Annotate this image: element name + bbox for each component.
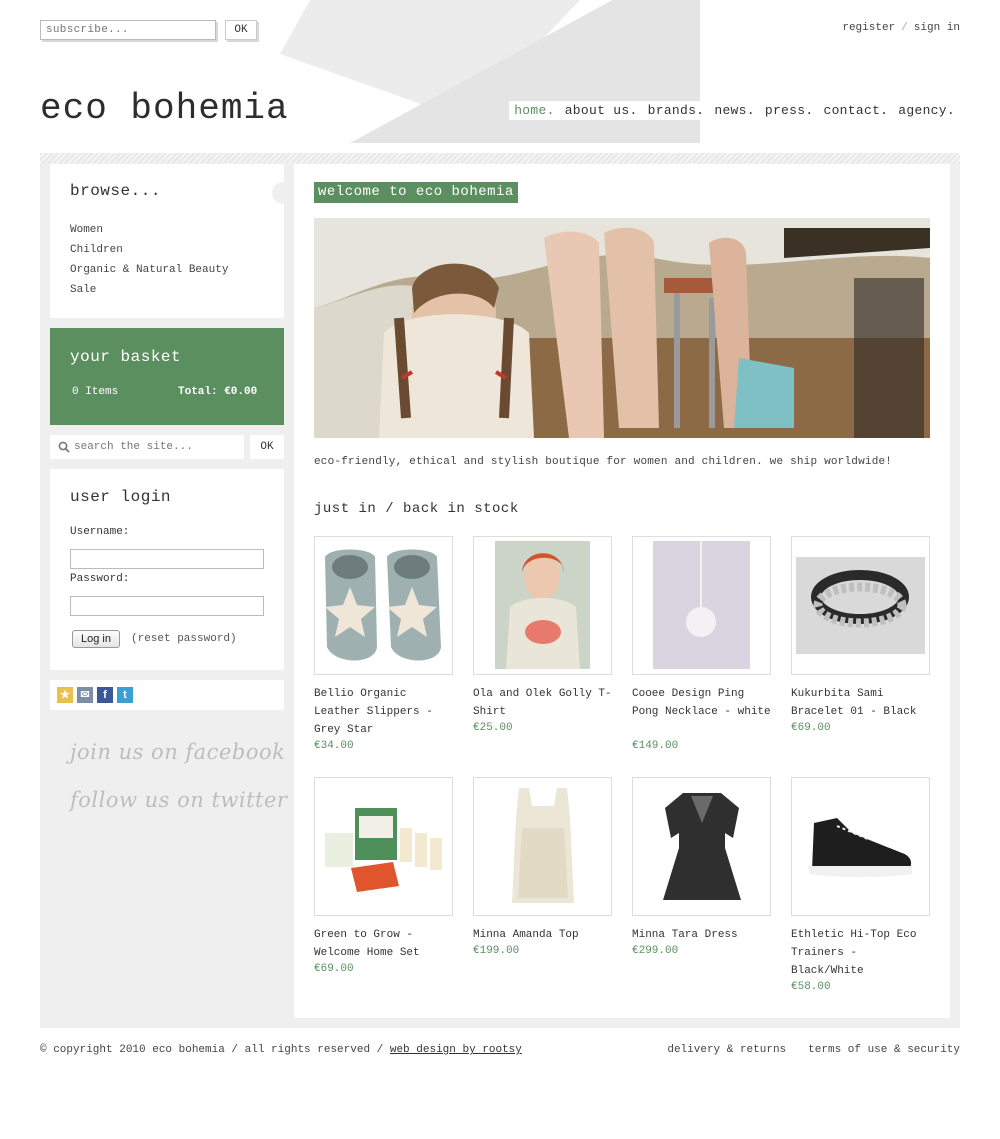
sign-in-link[interactable]: sign in [914, 22, 960, 34]
product-name[interactable]: Kukurbita Sami Bracelet 01 - Black [791, 685, 930, 721]
browse-list: Women Children Organic & Natural Beauty … [70, 220, 228, 300]
terms-link[interactable]: terms of use & security [808, 1044, 960, 1056]
product-name[interactable]: Green to Grow - Welcome Home Set [314, 926, 453, 962]
basket-panel[interactable] [50, 328, 284, 425]
search-input[interactable] [74, 437, 240, 457]
product-image-slippers[interactable] [314, 536, 453, 675]
content-frame-stripe [40, 153, 960, 163]
product-price: €299.00 [632, 945, 679, 957]
product-price: €58.00 [791, 981, 831, 993]
product-name[interactable]: Minna Tara Dress [632, 926, 771, 944]
product-image-dress[interactable] [632, 777, 771, 916]
subscribe-button[interactable]: OK [225, 20, 257, 40]
product-image-welcome-set[interactable] [314, 777, 453, 916]
footer-links: delivery & returns terms of use & securit… [667, 1044, 960, 1056]
product-name[interactable]: Ola and Olek Golly T-Shirt [473, 685, 612, 721]
tagline: eco-friendly, ethical and stylish boutiq… [314, 456, 893, 468]
footer-copyright: © copyright 2010 eco bohemia / all right… [40, 1044, 522, 1056]
product-image-bracelet[interactable] [791, 536, 930, 675]
product-image-tshirt[interactable] [473, 536, 612, 675]
product-image-trainers[interactable] [791, 777, 930, 916]
product-price: €69.00 [791, 722, 831, 734]
reset-password-link[interactable]: (reset password) [131, 633, 237, 645]
nav-home[interactable]: home. [509, 101, 560, 120]
product-image-top[interactable] [473, 777, 612, 916]
login-button[interactable]: Log in [72, 630, 120, 648]
copyright-text: © copyright 2010 eco bohemia / all right… [40, 1044, 390, 1056]
product-name[interactable]: Ethletic Hi-Top Eco Trainers - Black/Whi… [791, 926, 930, 980]
product-price: €199.00 [473, 945, 520, 957]
subscribe-input[interactable] [40, 20, 216, 40]
password-field[interactable] [70, 596, 264, 616]
product-image-necklace[interactable] [632, 536, 771, 675]
browse-notch-decoration [272, 182, 294, 204]
login-title: user login [70, 488, 172, 506]
search-icon [58, 441, 70, 453]
product-name[interactable]: Cooee Design Ping Pong Necklace - white [632, 685, 771, 721]
browse-item-sale[interactable]: Sale [70, 280, 228, 300]
nav-about-us[interactable]: about us. [559, 101, 643, 120]
password-label: Password: [70, 573, 130, 585]
twitter-icon[interactable]: t [117, 687, 133, 703]
main-nav: home. about us. brands. news. press. con… [509, 101, 960, 120]
hero-image [314, 218, 930, 438]
facebook-icon[interactable]: f [97, 687, 113, 703]
browse-item-organic-beauty[interactable]: Organic & Natural Beauty [70, 260, 228, 280]
nav-agency[interactable]: agency. [893, 101, 960, 120]
link-separator: / [901, 22, 908, 34]
browse-item-children[interactable]: Children [70, 240, 228, 260]
basket-title: your basket [70, 348, 182, 366]
product-name[interactable]: Minna Amanda Top [473, 926, 612, 944]
product-price: €25.00 [473, 722, 513, 734]
account-links: register / sign in [842, 22, 960, 34]
username-label: Username: [70, 526, 130, 538]
username-field[interactable] [70, 549, 264, 569]
nav-contact[interactable]: contact. [818, 101, 894, 120]
twitter-link[interactable]: follow us on twitter [70, 788, 287, 812]
site-logo[interactable]: eco bohemia [40, 88, 289, 129]
basket-total: Total: €0.00 [178, 386, 258, 398]
browse-title: browse... [70, 182, 161, 200]
search-button[interactable]: OK [250, 435, 284, 459]
facebook-link[interactable]: join us on facebook [70, 740, 285, 764]
basket-item-count: 0 Items [72, 386, 119, 398]
delivery-returns-link[interactable]: delivery & returns [667, 1044, 786, 1056]
design-credit-link[interactable]: web design by rootsy [390, 1044, 522, 1056]
section-title: just in / back in stock [314, 501, 519, 517]
bookmark-star-icon[interactable]: ★ [57, 687, 73, 703]
nav-press[interactable]: press. [759, 101, 819, 120]
product-price: €69.00 [314, 963, 354, 975]
email-icon[interactable]: ✉ [77, 687, 93, 703]
product-name[interactable]: Bellio Organic Leather Slippers - Grey S… [314, 685, 453, 739]
browse-item-women[interactable]: Women [70, 220, 228, 240]
register-link[interactable]: register [842, 22, 895, 34]
product-price: €149.00 [632, 740, 679, 752]
product-price: €34.00 [314, 740, 354, 752]
welcome-title: welcome to eco bohemia [314, 182, 518, 203]
nav-news[interactable]: news. [709, 101, 760, 120]
nav-brands[interactable]: brands. [642, 101, 710, 120]
